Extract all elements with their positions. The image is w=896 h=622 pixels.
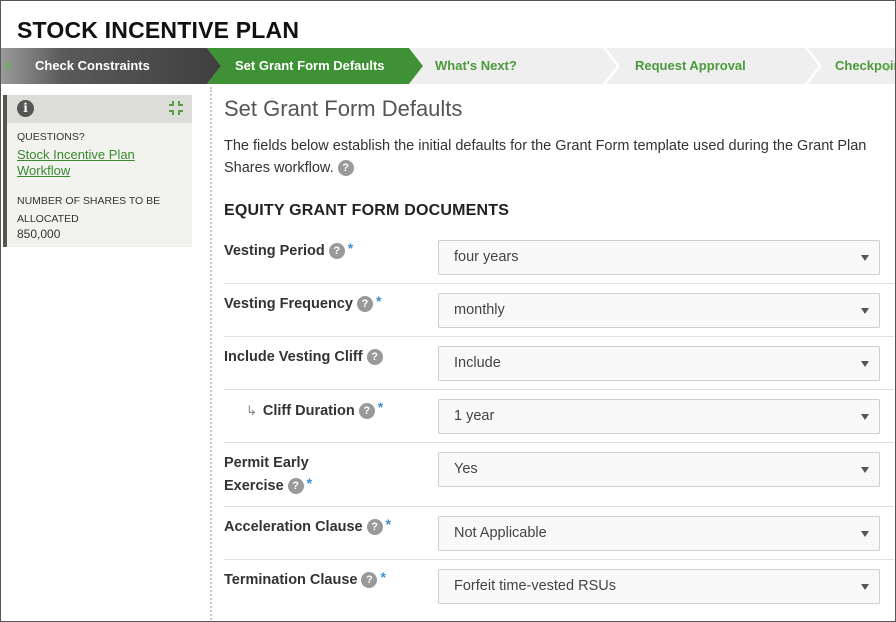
acceleration-clause-select[interactable]: Not Applicable	[438, 516, 880, 551]
shares-value: 850,000	[17, 227, 61, 241]
form-row-permit-early-exercise: Permit Early Exercise? * Yes	[224, 443, 894, 507]
sub-item-arrow-icon: ↳	[246, 403, 257, 418]
workflow-link[interactable]: Stock Incentive Plan Workflow	[17, 147, 167, 179]
intro-copy: The fields below establish the initial d…	[224, 138, 867, 176]
select-value: Not Applicable	[454, 525, 547, 541]
form-row-include-vesting-cliff: Include Vesting Cliff? Include	[224, 337, 894, 390]
dropdown-arrow-icon	[861, 361, 869, 367]
help-icon[interactable]: ?	[328, 243, 345, 260]
field-label-text: Cliff Duration	[262, 403, 355, 419]
form-row-acceleration-clause: Acceleration Clause? * Not Applicable	[224, 507, 894, 560]
dropdown-arrow-icon	[861, 308, 869, 314]
select-value: monthly	[454, 302, 505, 318]
help-sidebar: i QUESTIONS? Stock Incentive Plan Workfl…	[3, 95, 192, 247]
help-icon[interactable]: ?	[366, 349, 383, 366]
dropdown-arrow-icon	[861, 467, 869, 473]
cliff-duration-select[interactable]: 1 year	[438, 399, 880, 434]
field-label-text: Vesting Period	[224, 243, 325, 259]
help-icon[interactable]: ?	[287, 478, 304, 495]
collapse-icon[interactable]	[168, 100, 184, 116]
app-window: STOCK INCENTIVE PLAN Check Constraints S…	[0, 0, 896, 622]
field-label-text: Permit Early	[224, 455, 309, 471]
step-label: Check Constraints	[35, 58, 150, 73]
field-label: Permit Early Exercise? *	[224, 452, 312, 498]
sidebar-header: i	[7, 95, 192, 123]
chevron-left-icon[interactable]: ‹	[5, 56, 19, 76]
page-title: Set Grant Form Defaults	[224, 96, 463, 121]
field-label-text: Exercise	[224, 478, 284, 494]
field-label: Acceleration Clause? *	[224, 516, 391, 539]
dropdown-arrow-icon	[861, 584, 869, 590]
questions-label: QUESTIONS?	[17, 131, 85, 143]
permit-early-exercise-select[interactable]: Yes	[438, 452, 880, 487]
form-row-vesting-frequency: Vesting Frequency? * monthly	[224, 284, 894, 337]
field-label-text: Acceleration Clause	[224, 519, 363, 535]
select-value: Forfeit time-vested RSUs	[454, 578, 616, 594]
required-marker: *	[347, 240, 354, 256]
form-row-vesting-period: Vesting Period? * four years	[224, 231, 894, 284]
chevron-right-icon[interactable]: ›	[885, 56, 895, 76]
app-title: STOCK INCENTIVE PLAN	[17, 17, 300, 43]
required-marker: *	[377, 399, 384, 415]
step-whats-next[interactable]: What's Next?	[409, 48, 617, 84]
field-label: Include Vesting Cliff?	[224, 346, 383, 369]
required-marker: *	[375, 293, 382, 309]
step-label: Set Grant Form Defaults	[235, 58, 385, 73]
select-value: 1 year	[454, 408, 495, 424]
dropdown-arrow-icon	[861, 255, 869, 261]
intro-text: The fields below establish the initial d…	[224, 135, 884, 179]
field-label-text: Termination Clause	[224, 572, 358, 588]
required-marker: *	[306, 475, 313, 491]
dropdown-arrow-icon	[861, 414, 869, 420]
field-label: ↳ Cliff Duration? *	[246, 399, 383, 423]
field-label-text: Include Vesting Cliff	[224, 349, 363, 365]
include-vesting-cliff-select[interactable]: Include	[438, 346, 880, 381]
select-value: Include	[454, 355, 501, 371]
dropdown-arrow-icon	[861, 531, 869, 537]
vesting-period-select[interactable]: four years	[438, 240, 880, 275]
step-set-grant-form-defaults[interactable]: Set Grant Form Defaults	[207, 48, 423, 84]
select-value: Yes	[454, 461, 478, 477]
step-check-constraints[interactable]: Check Constraints	[1, 48, 221, 84]
help-icon[interactable]: ?	[361, 572, 378, 589]
field-label-text: Vesting Frequency	[224, 296, 353, 312]
shares-label: NUMBER OF SHARES TO BE ALLOCATED	[17, 195, 161, 225]
help-icon[interactable]: ?	[366, 519, 383, 536]
required-marker: *	[385, 516, 392, 532]
step-label: Request Approval	[635, 58, 746, 73]
section-title: EQUITY GRANT FORM DOCUMENTS	[224, 202, 510, 219]
info-icon[interactable]: i	[17, 100, 34, 117]
select-value: four years	[454, 249, 519, 265]
form-row-termination-clause: Termination Clause? * Forfeit time-vested…	[224, 560, 894, 620]
help-icon[interactable]: ?	[337, 160, 354, 177]
field-label: Termination Clause? *	[224, 569, 386, 592]
field-label: Vesting Frequency? *	[224, 293, 381, 316]
step-label: What's Next?	[435, 58, 517, 73]
vesting-frequency-select[interactable]: monthly	[438, 293, 880, 328]
help-icon[interactable]: ?	[356, 296, 373, 313]
step-request-approval[interactable]: Request Approval	[605, 48, 819, 84]
field-label: Vesting Period? *	[224, 240, 353, 263]
termination-clause-select[interactable]: Forfeit time-vested RSUs	[438, 569, 880, 604]
form-row-cliff-duration: ↳ Cliff Duration? * 1 year	[224, 390, 894, 443]
required-marker: *	[380, 569, 386, 585]
workflow-steps: Check Constraints Set Grant Form Default…	[1, 48, 896, 84]
help-icon[interactable]: ?	[358, 403, 375, 420]
column-divider	[210, 87, 212, 621]
